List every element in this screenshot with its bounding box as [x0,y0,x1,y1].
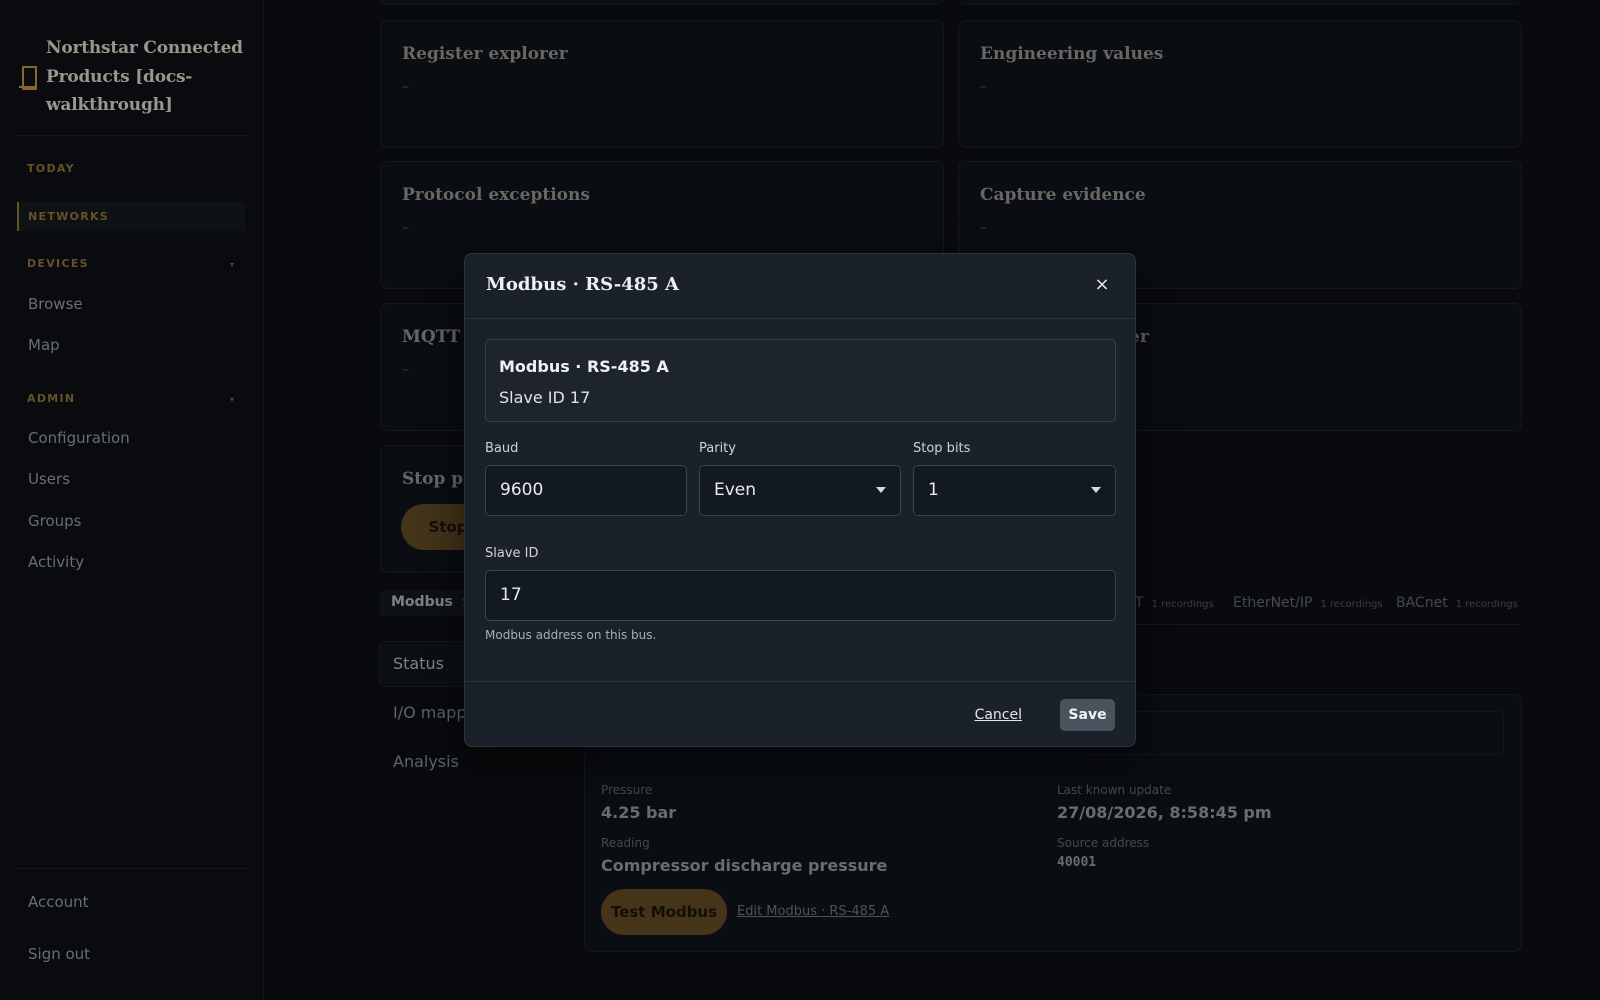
chevron-down-icon [876,487,886,493]
baud-input[interactable]: 9600 [485,465,687,516]
chevron-down-icon [1091,487,1101,493]
edit-modal: Modbus · RS-485 A × Modbus · RS-485 A Sl… [464,253,1136,747]
modal-header: Modbus · RS-485 A × [465,254,1135,319]
parity-value: Even [714,480,757,500]
slave-id-help: Modbus address on this bus. [485,628,657,642]
parity-select[interactable]: Even [699,465,901,516]
slave-id-input[interactable]: 17 [485,570,1116,621]
stop-bits-label: Stop bits [913,441,971,456]
summary-title: Modbus · RS-485 A [499,357,669,376]
modal-footer: Cancel Save [465,681,1135,748]
baud-label: Baud [485,441,519,456]
summary-subtitle: Slave ID 17 [499,388,591,407]
save-button[interactable]: Save [1060,699,1115,731]
stop-bits-value: 1 [928,480,939,500]
modal-title: Modbus · RS-485 A [486,274,680,295]
parity-label: Parity [699,441,736,456]
stop-bits-select[interactable]: 1 [913,465,1116,516]
summary-box: Modbus · RS-485 A Slave ID 17 [485,339,1116,422]
cancel-button[interactable]: Cancel [975,707,1022,723]
slave-id-label: Slave ID [485,546,539,561]
close-icon[interactable]: × [1089,272,1115,298]
